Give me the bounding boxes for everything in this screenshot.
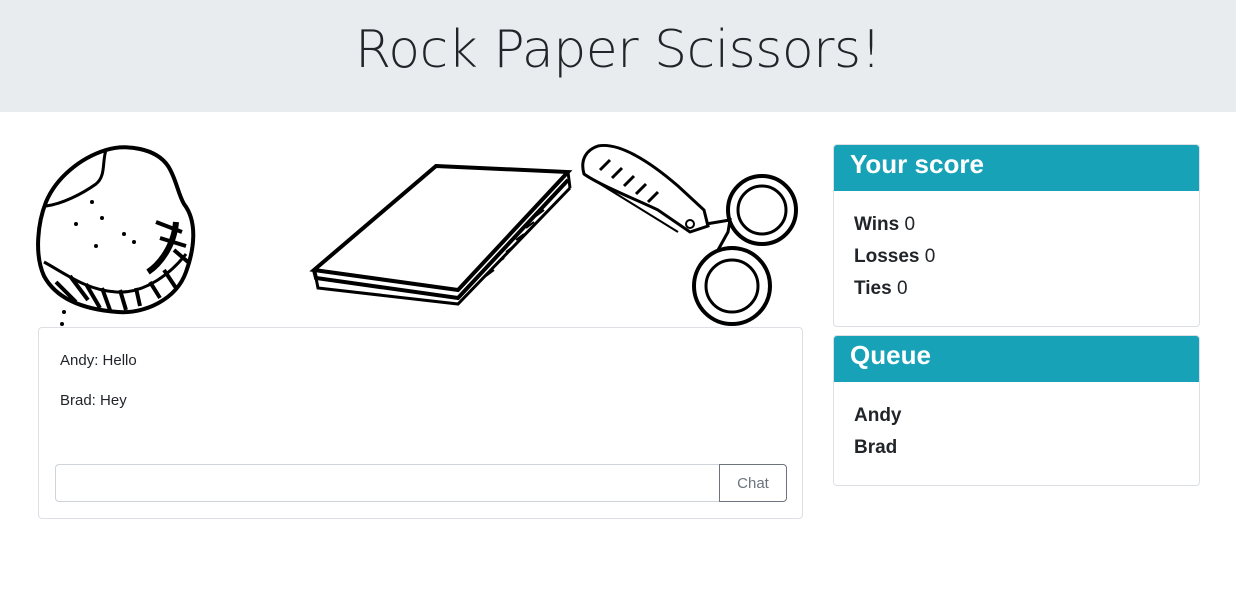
page-header: Rock Paper Scissors!	[0, 0, 1236, 112]
page-title: Rock Paper Scissors!	[355, 20, 882, 80]
wins-label: Wins	[854, 214, 900, 235]
scissors-icon	[581, 143, 798, 326]
chat-message: Andy: Hello	[60, 352, 137, 369]
wins-row: Wins 0	[854, 209, 1179, 241]
score-card: Your score Wins 0 Losses 0 Ties 0	[833, 144, 1200, 327]
chat-send-button[interactable]: Chat	[719, 464, 787, 502]
queue-player: Brad	[854, 437, 898, 458]
chat-input[interactable]	[55, 464, 720, 502]
queue-list: Andy Brad	[834, 382, 1199, 464]
ties-label: Ties	[854, 278, 892, 299]
losses-label: Losses	[854, 246, 920, 267]
queue-card-title: Queue	[834, 336, 1199, 382]
rock-choice-button[interactable]	[36, 142, 198, 328]
losses-row: Losses 0	[854, 241, 1179, 273]
queue-player: Andy	[854, 405, 902, 426]
losses-value: 0	[924, 246, 936, 267]
score-card-title: Your score	[834, 145, 1199, 191]
ties-value: 0	[896, 278, 908, 299]
ties-row: Ties 0	[854, 273, 1179, 305]
chat-message: Brad: Hey	[60, 392, 127, 409]
rock-icon	[36, 145, 196, 326]
queue-card: Queue Andy Brad	[833, 335, 1200, 486]
wins-value: 0	[904, 214, 916, 235]
chat-panel: Andy: Hello Brad: Hey Chat	[38, 327, 803, 519]
score-card-body: Wins 0 Losses 0 Ties 0	[834, 191, 1199, 305]
paper-icon	[309, 163, 573, 306]
paper-choice-button[interactable]	[306, 156, 576, 306]
scissors-choice-button[interactable]	[578, 140, 804, 328]
